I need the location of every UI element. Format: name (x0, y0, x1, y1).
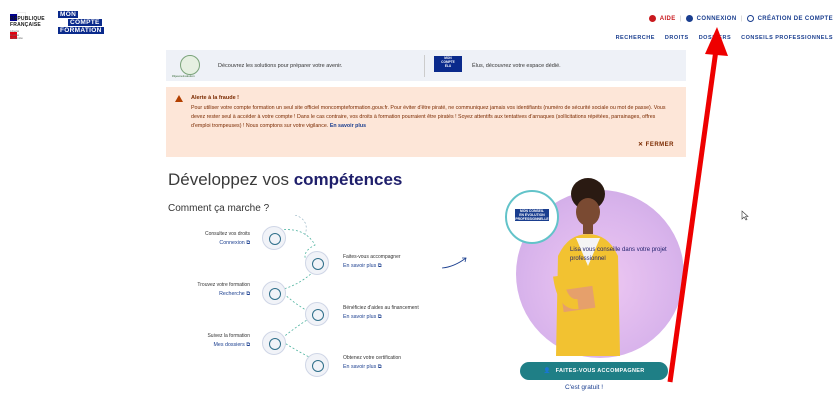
annotation-arrow (667, 27, 728, 383)
